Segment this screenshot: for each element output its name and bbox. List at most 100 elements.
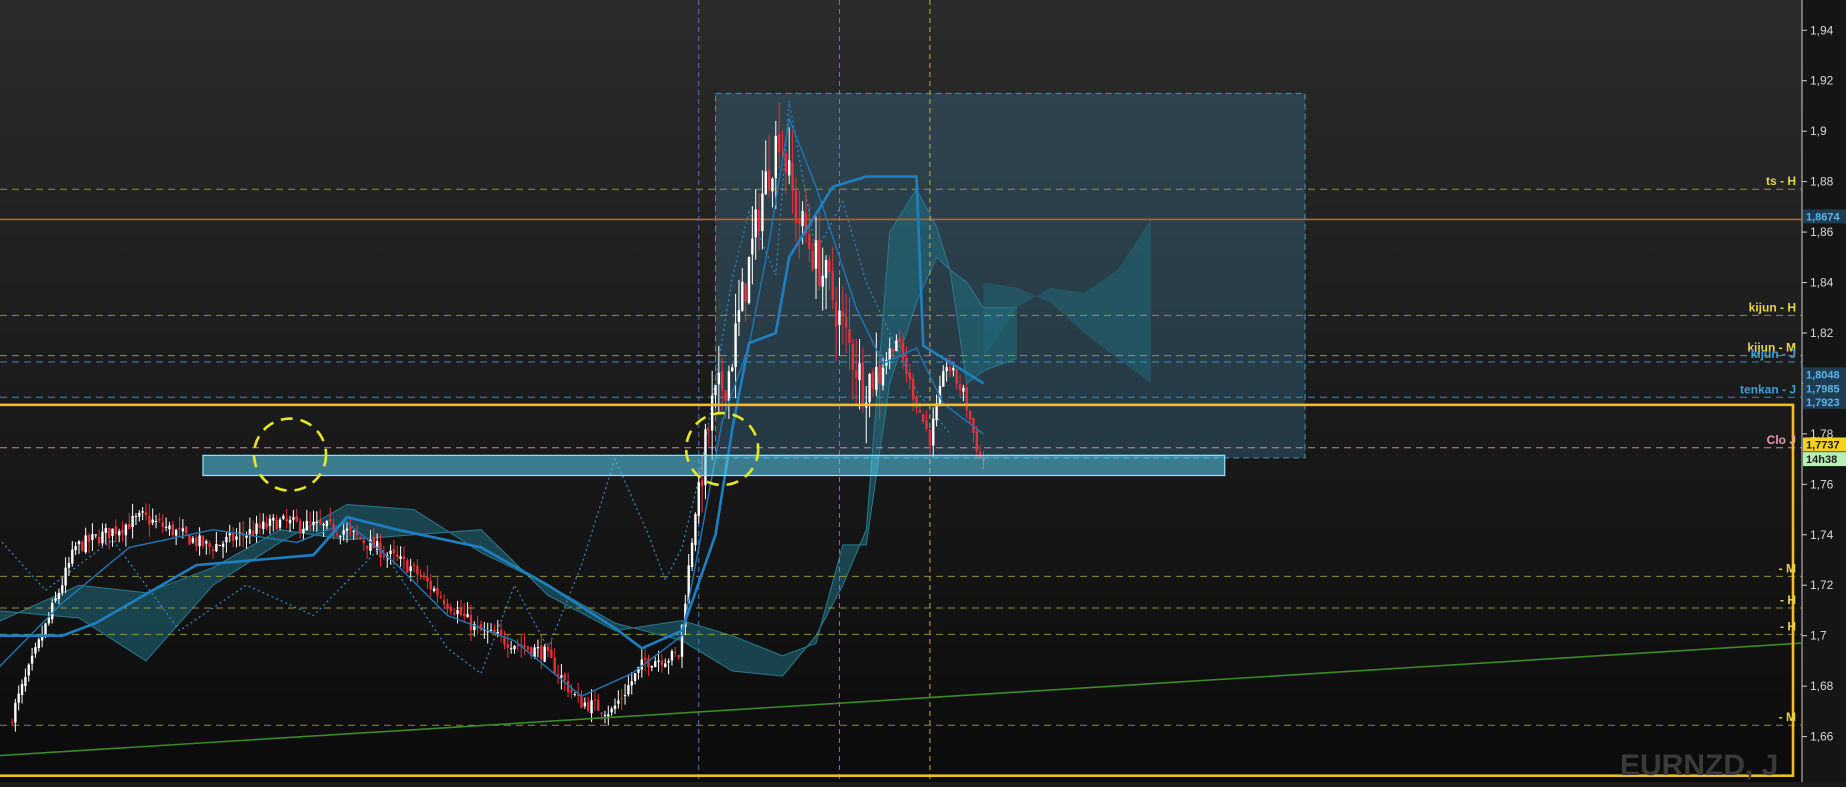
candle-body [255, 523, 258, 534]
chart-stage: ts - Hkijun - Hkijun - Mkijun - Jtenkan … [0, 0, 1846, 782]
candle-body [104, 527, 107, 533]
candle-body [831, 270, 834, 301]
candle-body [27, 664, 30, 676]
candle-body [918, 410, 922, 413]
candle-body [741, 281, 744, 311]
candle-body [20, 683, 24, 695]
candle-body [828, 259, 831, 273]
candle-body [603, 715, 607, 717]
candle-body [469, 615, 473, 631]
candle-body [734, 323, 737, 368]
candle-body [389, 550, 392, 555]
candle-body [891, 348, 895, 353]
candle-body [714, 385, 717, 396]
level-label-2: kijun - H [1749, 300, 1796, 314]
candle-body [650, 666, 654, 668]
candle-body [764, 171, 767, 195]
candle-body [64, 567, 67, 586]
candle-body [928, 429, 932, 446]
candle-body [292, 517, 295, 520]
candle-body [633, 673, 637, 681]
candle-body [107, 528, 111, 539]
candle-body [721, 371, 724, 391]
candle-body [409, 566, 412, 572]
candle-body [965, 387, 968, 411]
candle-body [17, 693, 20, 703]
candle-body [158, 518, 161, 521]
candle-body [543, 646, 546, 662]
instrument-watermark: EURNZD, J [1620, 749, 1778, 782]
candle-body [228, 532, 231, 536]
price-tag-label-0: 1,8674 [1806, 211, 1841, 223]
candle-body [677, 654, 680, 658]
candle-body [191, 538, 195, 543]
candle-body [335, 534, 339, 536]
candle-body [406, 560, 409, 573]
candle-body [208, 543, 211, 548]
candle-body [774, 135, 777, 179]
candle-body [34, 647, 37, 654]
candle-body [560, 675, 563, 678]
candle-body [101, 531, 104, 544]
candle-body [499, 629, 503, 635]
candle-body [838, 310, 841, 326]
candle-body [660, 660, 664, 666]
candle-body [757, 210, 761, 232]
candle-body [563, 674, 566, 681]
candle-body [700, 480, 704, 487]
candle-body [352, 530, 355, 532]
candle-body [305, 520, 308, 531]
candle-body [339, 536, 342, 538]
candle-body [523, 644, 526, 648]
candle-body [118, 531, 121, 536]
candle-body [794, 190, 798, 224]
candle-body [489, 629, 493, 631]
price-tag-label-1: 1,8048 [1806, 369, 1840, 381]
candle-body [975, 430, 978, 452]
y-tick-label: 1,76 [1810, 477, 1834, 491]
candle-body [74, 546, 77, 551]
candle-body [610, 708, 613, 713]
candle-body [761, 193, 764, 232]
y-tick-label: 1,94 [1810, 23, 1834, 37]
candle-body [630, 681, 633, 686]
candle-body [265, 523, 268, 528]
candle-body [784, 153, 788, 173]
candle-body [392, 549, 396, 554]
candle-body [737, 310, 741, 323]
candle-body [87, 534, 91, 542]
candle-body [848, 329, 851, 344]
candle-body [587, 701, 590, 711]
candle-body [911, 378, 915, 400]
candle-body [181, 528, 185, 532]
candle-body [509, 648, 513, 650]
candle-body [751, 238, 754, 255]
candle-body [915, 398, 918, 408]
candle-body [245, 535, 248, 538]
candle-body [908, 372, 911, 379]
candle-body [268, 518, 272, 526]
candle-body [925, 420, 928, 429]
price-tag-label-4: 1,7737 [1806, 439, 1840, 451]
candle-body [14, 702, 17, 723]
candle-body [205, 541, 208, 544]
candle-body [617, 700, 620, 704]
candle-body [359, 536, 362, 540]
candle-body [432, 588, 436, 591]
candle-body [419, 575, 422, 577]
candle-body [516, 645, 520, 647]
candle-body [674, 652, 677, 654]
candle-body [600, 712, 603, 715]
candle-body [426, 576, 429, 582]
candlestick-chart[interactable]: ts - Hkijun - Hkijun - Mkijun - Jtenkan … [0, 0, 1846, 782]
level-label-8: - H [1780, 593, 1796, 607]
candle-body [30, 655, 34, 664]
candle-body [94, 534, 97, 536]
candle-body [643, 657, 647, 661]
candle-body [613, 705, 617, 710]
price-tag-label-5: 14h38 [1806, 454, 1837, 466]
candle-body [958, 384, 962, 390]
candle-body [61, 585, 64, 593]
candle-body [690, 542, 694, 568]
candle-body [895, 340, 898, 352]
